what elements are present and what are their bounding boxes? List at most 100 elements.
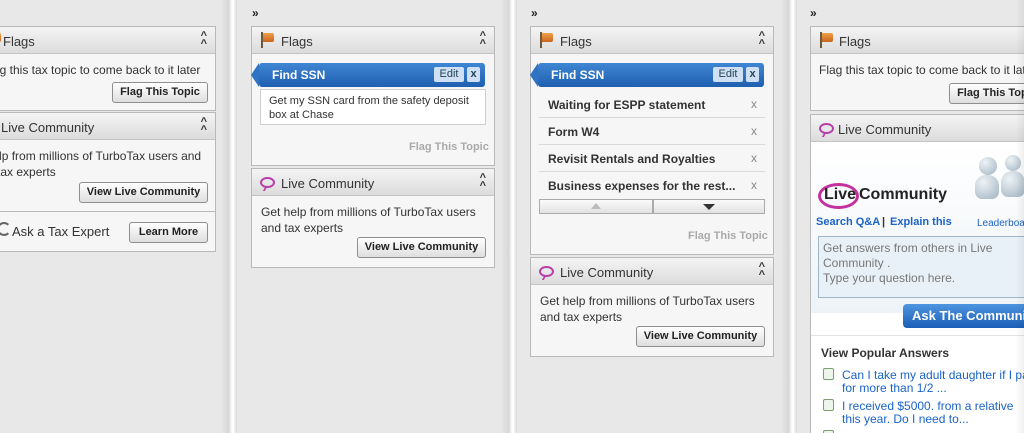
edit-flag-button[interactable]: Edit	[434, 67, 464, 82]
scroll-down-button[interactable]	[653, 199, 765, 214]
flag-list-item[interactable]: Business expenses for the rest... x	[539, 172, 765, 199]
remove-flag-icon[interactable]: x	[751, 124, 757, 138]
live-community-panel-title: Live Community	[838, 122, 932, 137]
sidebar-column-3: » Flags ^ ^ Find SSN Edit x Waiting for E…	[517, 0, 788, 433]
flags-description: Flag this tax topic to come back to it l…	[819, 63, 1024, 77]
live-community-panel: Live Community ^^ Get help from millions…	[0, 112, 216, 212]
flag-item-label: Waiting for ESPP statement	[548, 98, 706, 112]
flag-item-label: Business expenses for the rest...	[548, 179, 736, 193]
flag-this-topic-button[interactable]: Flag This Topic	[949, 83, 1024, 104]
collapse-icon[interactable]: ^ ^	[759, 262, 765, 281]
flag-icon	[539, 32, 553, 48]
answer-line-2: this year. Do I need to...	[842, 412, 969, 426]
tax-expert-icon	[0, 222, 11, 236]
live-community-panel: Live Community ^^ Get help from millions…	[251, 168, 495, 268]
collapse-icon[interactable]: ^ ^	[201, 31, 207, 50]
view-live-community-button[interactable]: View Live Community	[636, 326, 765, 347]
flag-this-topic-link[interactable]: Flag This Topic	[409, 141, 489, 153]
flag-item-label: Revisit Rentals and Royalties	[548, 152, 716, 166]
arrow-up-icon	[591, 203, 601, 209]
active-flag-bar[interactable]: Find SSN Edit x	[251, 63, 485, 87]
chat-bubble-icon	[539, 266, 554, 277]
community-widget: Live Community Search Q&A | Explain this…	[811, 143, 1024, 313]
flags-panel-header[interactable]: Flags ^ ^	[531, 27, 773, 54]
live-community-description: Get help from millions of TurboTax users…	[0, 149, 202, 179]
flags-panel: Flags ^ ^ Find SSN Edit x Get my SSN card…	[251, 26, 495, 166]
live-community-panel-header[interactable]: Live Community ^ ^	[252, 169, 494, 196]
flags-panel-title: Flags	[839, 34, 871, 49]
close-flag-button[interactable]: x	[746, 67, 759, 82]
collapse-icon[interactable]: ^ ^	[480, 173, 486, 192]
active-flag-bar[interactable]: Find SSN Edit x	[530, 63, 764, 87]
live-community-description: Get help from millions of TurboTax users…	[261, 205, 476, 235]
flag-list-item[interactable]: Revisit Rentals and Royalties x	[539, 145, 765, 172]
flags-panel-header[interactable]: Flags ^ ^	[0, 27, 215, 54]
flag-this-topic-button[interactable]: Flag This Topic	[112, 82, 208, 103]
chat-bubble-icon	[260, 177, 275, 188]
question-placeholder-line-1: Get answers from others in Live Communit…	[823, 241, 993, 270]
scroll-up-button[interactable]	[539, 199, 653, 214]
active-flag-title: Find SSN	[551, 68, 605, 82]
sidebar-column-2: » Flags ^ ^ Find SSN Edit x Get my SSN ca…	[237, 0, 508, 433]
flag-list-item[interactable]: Form W4 x	[539, 118, 765, 145]
column-divider	[508, 0, 517, 433]
flag-icon	[260, 32, 274, 48]
remove-flag-icon[interactable]: x	[751, 151, 757, 165]
leaderboard-link[interactable]: Leaderboard	[977, 218, 1024, 229]
ask-tax-expert-row: Ask a Tax Expert Learn More	[0, 212, 216, 252]
live-community-logo: Live Community	[818, 183, 958, 213]
flags-panel: Flags ^ ^ Find SSN Edit x Waiting for ESP…	[530, 26, 774, 255]
live-community-panel: Live Community ^^ Get help from millions…	[530, 257, 774, 357]
view-live-community-button[interactable]: View Live Community	[79, 182, 208, 203]
live-community-description: Get help from millions of TurboTax users…	[540, 294, 755, 324]
view-live-community-button[interactable]: View Live Community	[357, 237, 486, 258]
expand-icon[interactable]: »	[252, 6, 259, 20]
close-flag-button[interactable]: x	[467, 67, 480, 82]
answer-icon	[823, 399, 834, 411]
flags-panel-header[interactable]: Flags	[811, 27, 1024, 54]
collapse-icon[interactable]: ^ ^	[759, 31, 765, 50]
question-placeholder-line-2: Type your question here.	[823, 271, 956, 285]
remove-flag-icon[interactable]: x	[751, 97, 757, 111]
flags-panel-header[interactable]: Flags ^ ^	[252, 27, 494, 54]
popular-answer-link[interactable]: I received $5000. from a relative this y…	[842, 400, 1024, 426]
sidebar-column-4: » Flags Flag this tax topic to come back…	[797, 0, 1024, 433]
flag-list-item[interactable]: Waiting for ESPP statement x	[539, 91, 765, 118]
active-flag-title: Find SSN	[272, 68, 326, 82]
flag-note: Get my SSN card from the safety deposit …	[260, 89, 486, 125]
ask-the-community-button[interactable]: Ask The Community	[903, 304, 1024, 328]
collapse-icon[interactable]: ^ ^	[480, 31, 486, 50]
link-separator: |	[882, 216, 886, 228]
flag-this-topic-link[interactable]: Flag This Topic	[688, 230, 768, 242]
column-divider	[788, 0, 797, 433]
edit-flag-button[interactable]: Edit	[713, 67, 743, 82]
live-community-panel-header[interactable]: Live Community ^ ^	[531, 258, 773, 285]
live-community-panel: Live Community Live Community Search Q&A…	[810, 114, 1024, 433]
sidebar-column-1: Flags ^ ^ Flag this tax topic to come bac…	[0, 0, 228, 433]
expand-icon[interactable]: »	[531, 6, 538, 20]
question-input[interactable]: Get answers from others in Live Communit…	[818, 236, 1024, 298]
flags-panel: Flags Flag this tax topic to come back t…	[810, 26, 1024, 111]
live-community-panel-title: Live Community	[560, 265, 654, 280]
chat-bubble-icon	[819, 123, 834, 134]
expand-icon[interactable]: »	[810, 6, 817, 20]
community-people-icon	[971, 153, 1024, 213]
live-community-panel-title: Live Community	[281, 176, 375, 191]
search-qa-link[interactable]: Search Q&A	[816, 216, 880, 228]
remove-flag-icon[interactable]: x	[751, 178, 757, 192]
learn-more-button[interactable]: Learn More	[129, 222, 208, 243]
explain-this-link[interactable]: Explain this	[890, 216, 952, 228]
answer-line-2: for more than 1/2 ...	[842, 381, 947, 395]
flags-panel-title: Flags	[560, 34, 592, 49]
popular-answers-title: View Popular Answers	[821, 346, 950, 360]
live-community-panel-header[interactable]: Live Community	[811, 115, 1024, 142]
live-community-panel-header[interactable]: Live Community ^ ^	[0, 113, 215, 140]
answer-icon	[823, 368, 834, 380]
flags-panel-title: Flags	[281, 34, 313, 49]
flag-icon	[819, 32, 833, 48]
popular-answer-link[interactable]: Can I take my adult daughter if I pay fo…	[842, 369, 1024, 395]
flags-description: Flag this tax topic to come back to it l…	[0, 63, 201, 77]
flag-icon	[0, 32, 1, 48]
collapse-icon[interactable]: ^ ^	[201, 117, 207, 136]
arrow-down-icon	[703, 204, 715, 210]
